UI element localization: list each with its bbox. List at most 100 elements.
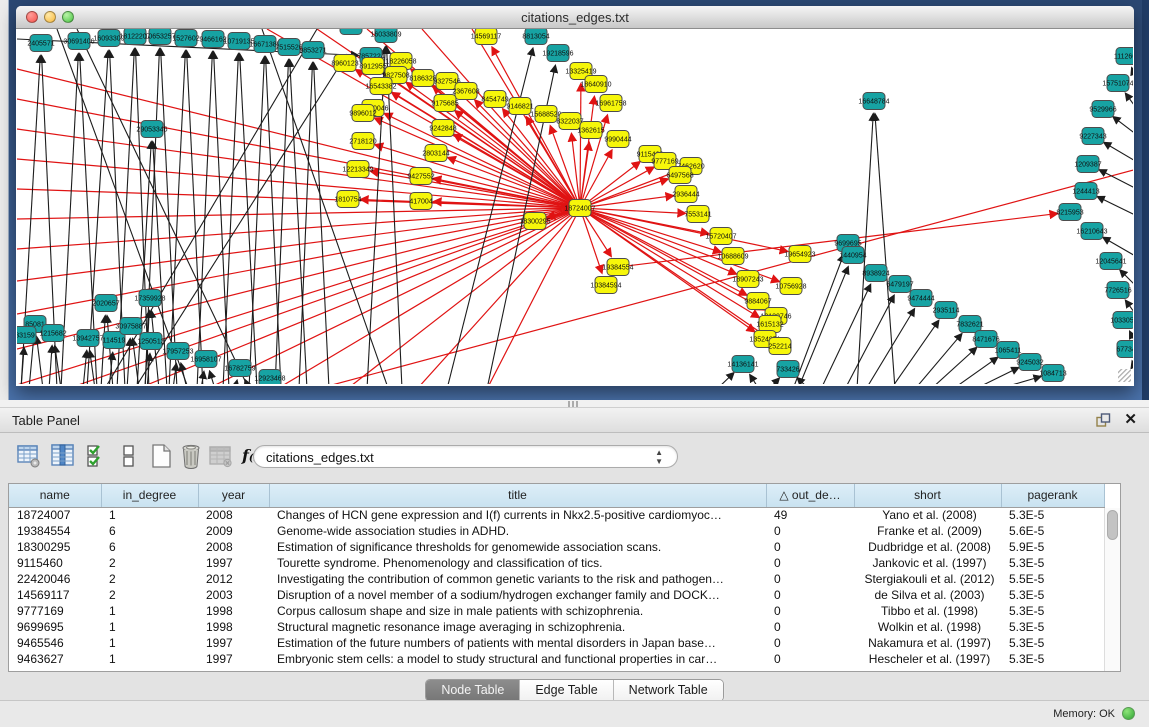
- table-cell[interactable]: 9115460: [9, 555, 101, 571]
- table-cell[interactable]: 5.3E-5: [1001, 635, 1104, 651]
- column-header-in_degree[interactable]: in_degree: [101, 484, 198, 507]
- table-cell[interactable]: Investigating the contribution of common…: [269, 571, 766, 587]
- table-cell[interactable]: Structural magnetic resonance image aver…: [269, 619, 766, 635]
- graph-node[interactable]: 9227343: [1079, 128, 1106, 145]
- table-cell[interactable]: 49: [766, 507, 854, 523]
- table-cell[interactable]: 2012: [198, 571, 269, 587]
- graph-node[interactable]: 30975887: [115, 318, 146, 335]
- window-resize-grip[interactable]: [1118, 369, 1131, 382]
- table-cell[interactable]: 5.3E-5: [1001, 507, 1104, 523]
- table-cell[interactable]: 5.9E-5: [1001, 539, 1104, 555]
- splitter-handle-icon[interactable]: [568, 401, 580, 407]
- graph-node[interactable]: 2367608: [452, 83, 479, 100]
- citation-graph[interactable]: 2405571306914061609330918122207106532571…: [17, 29, 1133, 384]
- column-header-year[interactable]: year: [198, 484, 269, 507]
- graph-node[interactable]: 13942757: [72, 330, 103, 347]
- table-cell[interactable]: 1: [101, 619, 198, 635]
- graph-node[interactable]: 16961758: [595, 95, 626, 112]
- table-cell[interactable]: 0: [766, 587, 854, 603]
- graph-node[interactable]: 1615132: [756, 316, 783, 333]
- graph-node[interactable]: 18300295: [519, 213, 550, 230]
- table-cell[interactable]: 1: [101, 507, 198, 523]
- table-cell[interactable]: 0: [766, 523, 854, 539]
- close-panel-icon[interactable]: ✕: [1124, 411, 1137, 429]
- unselect-all-rows-button[interactable]: [116, 443, 142, 469]
- graph-node[interactable]: 2803144: [422, 145, 449, 162]
- graph-node[interactable]: 9245032: [1016, 354, 1043, 371]
- graph-node[interactable]: 1084713: [1039, 365, 1066, 382]
- graph-node[interactable]: 10653257: [144, 29, 175, 45]
- table-cell[interactable]: 1: [101, 651, 198, 667]
- table-cell[interactable]: 9465546: [9, 635, 101, 651]
- table-cell[interactable]: 5.3E-5: [1001, 619, 1104, 635]
- table-cell[interactable]: 2003: [198, 587, 269, 603]
- graph-node[interactable]: 19218596: [542, 45, 573, 62]
- table-row[interactable]: 1830029562008Estimation of significance …: [9, 539, 1104, 555]
- table-cell[interactable]: Yano et al. (2008): [854, 507, 1001, 523]
- graph-node[interactable]: 30691406: [63, 33, 94, 50]
- table-cell[interactable]: 2: [101, 555, 198, 571]
- table-cell[interactable]: Genome-wide association studies in ADHD.: [269, 523, 766, 539]
- table-cell[interactable]: 0: [766, 651, 854, 667]
- table-cell[interactable]: 6: [101, 539, 198, 555]
- graph-node[interactable]: 1440954: [839, 247, 866, 264]
- graph-node[interactable]: 733426: [776, 361, 799, 378]
- column-header-short[interactable]: short: [854, 484, 1001, 507]
- table-cell[interactable]: Stergiakouli et al. (2012): [854, 571, 1001, 587]
- graph-node[interactable]: 1810754: [334, 191, 361, 208]
- graph-node[interactable]: 15720407: [705, 228, 736, 245]
- table-cell[interactable]: Franke et al. (2009): [854, 523, 1001, 539]
- graph-node[interactable]: 677342: [1116, 341, 1133, 358]
- graph-node[interactable]: 9427552: [407, 168, 434, 185]
- graph-node[interactable]: 8471676: [972, 331, 999, 348]
- panel-splitter[interactable]: [0, 400, 1149, 408]
- table-cell[interactable]: Corpus callosum shape and size in male p…: [269, 603, 766, 619]
- node-table[interactable]: namein_degreeyeartitle△ out_de…shortpage…: [9, 484, 1105, 667]
- graph-node[interactable]: 9175685: [431, 95, 458, 112]
- table-cell[interactable]: 19384554: [9, 523, 101, 539]
- graph-node[interactable]: 1244413: [1072, 183, 1099, 200]
- table-cell[interactable]: 0: [766, 539, 854, 555]
- graph-node[interactable]: 2020657: [92, 295, 119, 312]
- graph-node[interactable]: 16648784: [858, 93, 889, 110]
- graph-node[interactable]: 15751074: [1102, 75, 1133, 92]
- table-cell[interactable]: Wolkin et al. (1998): [854, 619, 1001, 635]
- graph-node[interactable]: 1362615: [577, 122, 604, 139]
- table-cell[interactable]: 0: [766, 555, 854, 571]
- graph-node[interactable]: 16543382: [365, 78, 396, 95]
- tab-node-table[interactable]: Node Table: [426, 680, 520, 701]
- graph-node[interactable]: 16958107: [190, 351, 221, 368]
- graph-node[interactable]: 1250513: [137, 333, 164, 350]
- column-header-title[interactable]: title: [269, 484, 766, 507]
- table-cell[interactable]: 1998: [198, 603, 269, 619]
- table-cell[interactable]: 9699695: [9, 619, 101, 635]
- table-row[interactable]: 1872400712008Changes of HCN gene express…: [9, 507, 1104, 523]
- network-window[interactable]: citations_edges.txt 24055713069140616093…: [16, 6, 1134, 386]
- table-cell[interactable]: Embryonic stem cells: a model to study s…: [269, 651, 766, 667]
- table-cell[interactable]: Hescheler et al. (1997): [854, 651, 1001, 667]
- select-all-rows-button[interactable]: [84, 443, 110, 469]
- table-cell[interactable]: 9463627: [9, 651, 101, 667]
- table-source-select[interactable]: citations_edges.txt ▲▼: [253, 445, 678, 468]
- new-table-button[interactable]: [148, 443, 174, 469]
- graph-node[interactable]: 18907243: [732, 271, 763, 288]
- table-cell[interactable]: 18300295: [9, 539, 101, 555]
- graph-node[interactable]: 10688609: [717, 248, 748, 265]
- table-cell[interactable]: Dudbridge et al. (2008): [854, 539, 1001, 555]
- graph-node[interactable]: 2405571: [27, 35, 54, 52]
- table-scrollbar-thumb[interactable]: [1107, 510, 1118, 540]
- table-cell[interactable]: 0: [766, 619, 854, 635]
- table-cell[interactable]: Tibbo et al. (1998): [854, 603, 1001, 619]
- table-cell[interactable]: 14569117: [9, 587, 101, 603]
- table-cell[interactable]: Nakamura et al. (1997): [854, 635, 1001, 651]
- graph-node[interactable]: 9884067: [744, 293, 771, 310]
- table-cell[interactable]: 5.3E-5: [1001, 651, 1104, 667]
- graph-node[interactable]: 1065411: [995, 342, 1022, 359]
- graph-node[interactable]: 1215682: [39, 325, 66, 342]
- graph-node[interactable]: 14136141: [727, 356, 758, 373]
- graph-node[interactable]: 29053346: [136, 121, 167, 138]
- float-panel-icon[interactable]: [1096, 413, 1111, 428]
- table-row[interactable]: 1456911722003Disruption of a novel membe…: [9, 587, 1104, 603]
- network-window-titlebar[interactable]: citations_edges.txt: [16, 6, 1134, 29]
- delete-table-button[interactable]: [178, 443, 204, 469]
